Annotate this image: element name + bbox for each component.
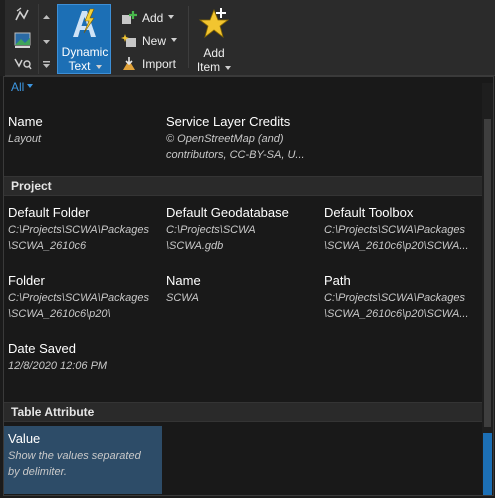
gallery-tile-selected[interactable]: Value Show the values separated by delim… bbox=[4, 426, 162, 494]
filter-dropdown[interactable]: All bbox=[11, 80, 34, 94]
gallery-tile[interactable]: Path C:\Projects\SCWA\Packages \SCWA_261… bbox=[320, 273, 478, 339]
gallery-expand-icon[interactable] bbox=[41, 57, 52, 68]
tile-value: C:\Projects\SCWA\Packages \SCWA_2610c6\p… bbox=[324, 292, 469, 320]
section-header-table-attribute: Table Attribute bbox=[4, 402, 482, 422]
gallery-tile[interactable]: Default Toolbox C:\Projects\SCWA\Package… bbox=[320, 205, 478, 271]
import-label: Import bbox=[142, 57, 177, 71]
import-icon bbox=[120, 56, 138, 72]
tile-value: 12/8/2020 12:06 PM bbox=[8, 360, 108, 372]
new-button[interactable]: New bbox=[120, 31, 178, 51]
ribbon-edge bbox=[0, 0, 5, 76]
tile-name: Date Saved bbox=[8, 341, 76, 356]
dynamic-text-label-2: Text bbox=[58, 59, 112, 73]
section-title: Project bbox=[11, 179, 52, 193]
north-arrow-icon[interactable] bbox=[12, 6, 34, 24]
gallery-tile[interactable]: Default Geodatabase C:\Projects\SCWA \SC… bbox=[162, 205, 320, 271]
scale-text-icon[interactable] bbox=[12, 54, 34, 72]
chevron-down-icon bbox=[27, 84, 34, 88]
scrollbar-thumb[interactable] bbox=[484, 119, 491, 427]
section-title: Table Attribute bbox=[11, 405, 95, 419]
tile-name: Service Layer Credits bbox=[166, 114, 291, 129]
gallery-scroll bbox=[38, 4, 53, 74]
tile-value: C:\Projects\SCWA\Packages \SCWA_2610c6 bbox=[8, 224, 150, 252]
dynamic-text-button[interactable]: Dynamic Text bbox=[57, 4, 111, 74]
add-label: Add bbox=[142, 11, 164, 25]
tile-value: Layout bbox=[8, 133, 42, 145]
tile-value: SCWA bbox=[166, 292, 199, 304]
section-header-project: Project bbox=[4, 176, 482, 196]
gallery-tile[interactable]: Service Layer Credits © OpenStreetMap (a… bbox=[162, 114, 332, 180]
new-label: New bbox=[142, 34, 167, 48]
gallery-tile[interactable]: Name SCWA bbox=[162, 273, 320, 339]
filter-label: All bbox=[11, 80, 25, 94]
add-item-label-2: Item bbox=[193, 60, 235, 74]
small-gallery-column bbox=[8, 4, 38, 74]
new-sparkle-icon bbox=[120, 33, 138, 49]
add-item-button[interactable]: Add Item bbox=[193, 4, 235, 74]
chevron-down-icon bbox=[225, 66, 232, 70]
ribbon-separator bbox=[188, 6, 189, 68]
star-plus-icon bbox=[197, 6, 231, 42]
tile-name: Default Geodatabase bbox=[166, 205, 289, 220]
tile-value: C:\Projects\SCWA\Packages \SCWA_2610c6\p… bbox=[324, 224, 469, 252]
add-item-label-2-text: Item bbox=[196, 60, 221, 74]
tile-value: © OpenStreetMap (and) contributors, CC-B… bbox=[166, 133, 305, 161]
add-button[interactable]: Add bbox=[120, 8, 175, 28]
tile-value: C:\Projects\SCWA \SCWA.gdb bbox=[166, 224, 256, 252]
tile-name: Value bbox=[8, 431, 41, 446]
gallery-tile[interactable]: Name Layout bbox=[4, 114, 162, 180]
tile-name: Default Folder bbox=[8, 205, 90, 220]
import-button[interactable]: Import bbox=[120, 54, 176, 74]
ribbon: Dynamic Text Add New Import Add Item bbox=[0, 0, 495, 76]
gallery-tile[interactable]: Date Saved 12/8/2020 12:06 PM bbox=[4, 341, 162, 407]
dynamic-text-gallery: All Name Layout Service Layer Credits © … bbox=[3, 76, 494, 496]
gallery-up-icon[interactable] bbox=[41, 10, 52, 21]
dynamic-text-label-1: Dynamic bbox=[61, 45, 109, 59]
tile-name: Default Toolbox bbox=[324, 205, 414, 220]
chevron-down-icon bbox=[95, 65, 102, 69]
dynamic-text-label-2-text: Text bbox=[68, 59, 91, 73]
add-plus-icon bbox=[120, 10, 138, 26]
tile-name: Name bbox=[166, 273, 201, 288]
gallery-scrollbar[interactable] bbox=[482, 83, 493, 495]
tile-name: Folder bbox=[8, 273, 45, 288]
add-item-label-1: Add bbox=[203, 46, 225, 60]
gallery-tile[interactable]: Default Folder C:\Projects\SCWA\Packages… bbox=[4, 205, 162, 271]
gallery-tile[interactable]: Folder C:\Projects\SCWA\Packages \SCWA_2… bbox=[4, 273, 162, 339]
chevron-down-icon bbox=[168, 15, 175, 19]
dynamic-text-icon bbox=[70, 7, 100, 43]
tile-name: Name bbox=[8, 114, 43, 129]
gallery-down-icon[interactable] bbox=[41, 34, 52, 45]
selection-indicator bbox=[483, 433, 492, 495]
tile-value: C:\Projects\SCWA\Packages \SCWA_2610c6\p… bbox=[8, 292, 150, 320]
chevron-down-icon bbox=[171, 38, 178, 42]
tile-value: Show the values separated by delimiter. bbox=[8, 450, 141, 478]
tile-name: Path bbox=[324, 273, 351, 288]
picture-icon[interactable] bbox=[12, 31, 34, 49]
